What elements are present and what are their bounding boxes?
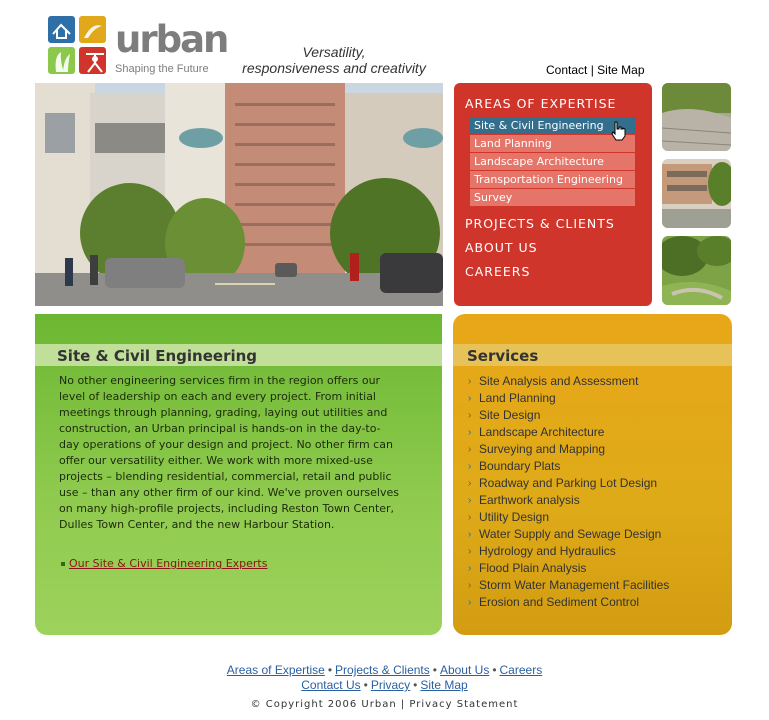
footer-link-privacy[interactable]: Privacy [371,678,410,692]
service-label: Land Planning [479,391,556,405]
footer-link-site-map[interactable]: Site Map [420,678,467,692]
service-item[interactable]: › Surveying and Mapping [468,441,669,458]
arrow-right-icon: › [468,529,472,540]
arrow-right-icon: › [468,461,472,472]
service-label: Storm Water Management Facilities [479,578,670,592]
service-item[interactable]: › Earthwork analysis [468,492,669,509]
arrow-right-icon: › [468,563,472,574]
street-scene-image [35,83,443,306]
service-label: Surveying and Mapping [479,442,606,456]
service-label: Erosion and Sediment Control [479,595,640,609]
footer-link-contact[interactable]: Contact Us [301,678,360,692]
footer-separator: • [492,663,497,677]
service-label: Site Analysis and Assessment [479,374,639,388]
hero-photo [35,83,443,306]
slogan-line-2: responsiveness and creativity [242,60,426,76]
service-item[interactable]: › Roadway and Parking Lot Design [468,475,669,492]
thumb-building [662,159,731,228]
arrow-right-icon: › [468,410,472,421]
footer-link-careers[interactable]: Careers [500,663,543,677]
service-item[interactable]: › Site Analysis and Assessment [468,373,669,390]
service-label: Water Supply and Sewage Design [479,527,662,541]
service-item[interactable]: › Flood Plain Analysis [468,560,669,577]
nav-areas-of-expertise[interactable]: AREAS OF EXPERTISE [465,96,616,111]
nav-projects-clients[interactable]: PROJECTS & CLIENTS [465,216,615,231]
service-item[interactable]: › Site Design [468,407,669,424]
nav-careers[interactable]: CAREERS [465,264,530,279]
arrow-right-icon: › [468,580,472,591]
service-label: Flood Plain Analysis [479,561,587,575]
arrow-right-icon: › [468,393,472,404]
services-panel: Services › Site Analysis and Assessment ›… [453,314,732,635]
nav-sub-transportation-engineering[interactable]: Transportation Engineering [470,171,635,188]
copyright: © Copyright 2006 Urban | Privacy Stateme… [250,699,519,710]
arrow-right-icon: › [468,597,472,608]
footer-separator: • [413,678,418,692]
content-panel: Site & Civil Engineering No other engine… [35,314,442,635]
arrow-right-icon: › [468,512,472,523]
thumb-landscape [662,236,731,305]
service-label: Utility Design [479,510,550,524]
service-item[interactable]: › Boundary Plats [468,458,669,475]
logo-wordmark: urban [115,18,229,61]
slogan: Versatility, responsiveness and creativi… [238,44,430,76]
service-label: Site Design [479,408,541,422]
service-label: Earthwork analysis [479,493,580,507]
footer-separator: • [432,663,437,677]
slogan-line-1: Versatility, [302,44,366,60]
services-list: › Site Analysis and Assessment › Land Plan… [468,373,669,611]
service-item[interactable]: › Erosion and Sediment Control [468,594,669,611]
page-title: Site & Civil Engineering [57,347,258,365]
footer-link-about[interactable]: About Us [440,663,489,677]
service-item[interactable]: › Hydrology and Hydraulics [468,543,669,560]
top-links-separator: | [590,63,594,77]
arrow-right-icon: › [468,546,472,557]
stone-wall-image [662,83,731,151]
service-item[interactable]: › Land Planning [468,390,669,407]
footer-link-areas[interactable]: Areas of Expertise [227,663,325,677]
services-title: Services [467,347,539,365]
footer-separator: • [363,678,368,692]
service-item[interactable]: › Landscape Architecture [468,424,669,441]
nav-sub-landscape-architecture[interactable]: Landscape Architecture [470,153,635,170]
arrow-right-icon: › [468,376,472,387]
service-item[interactable]: › Water Supply and Sewage Design [468,526,669,543]
hand-cursor-icon [611,121,626,141]
site-map-link[interactable]: Site Map [597,63,644,77]
footer-separator: • [327,663,333,677]
landscape-image [662,236,731,305]
arrow-right-icon: › [468,478,472,489]
logo-tagline: Shaping the Future [115,63,209,75]
service-item[interactable]: › Storm Water Management Facilities [468,577,669,594]
expertise-nav: AREAS OF EXPERTISE Site & Civil Engineer… [454,83,652,306]
service-label: Landscape Architecture [479,425,605,439]
experts-link[interactable]: Our Site & Civil Engineering Experts [69,557,267,570]
service-item[interactable]: › Utility Design [468,509,669,526]
thumb-stone-wall [662,83,731,151]
logo-symbols-icon [52,23,104,73]
building-image [662,159,731,228]
top-links: Contact | Site Map [546,63,645,77]
arrow-right-icon: › [468,495,472,506]
arrow-right-icon: › [468,427,472,438]
logo[interactable]: urban Shaping the Future [48,16,229,78]
nav-about-us[interactable]: ABOUT US [465,240,538,255]
nav-sub-survey[interactable]: Survey [470,189,635,206]
arrow-right-icon: › [468,444,472,455]
service-label: Boundary Plats [479,459,561,473]
service-label: Hydrology and Hydraulics [479,544,616,558]
service-label: Roadway and Parking Lot Design [479,476,658,490]
contact-link[interactable]: Contact [546,63,587,77]
content-body: No other engineering services firm in th… [59,374,399,531]
footer-links: Areas of Expertise • Projects & Clients • Ab… [0,663,769,693]
bullet-icon [61,562,65,566]
footer-link-projects[interactable]: Projects & Clients [335,663,430,677]
